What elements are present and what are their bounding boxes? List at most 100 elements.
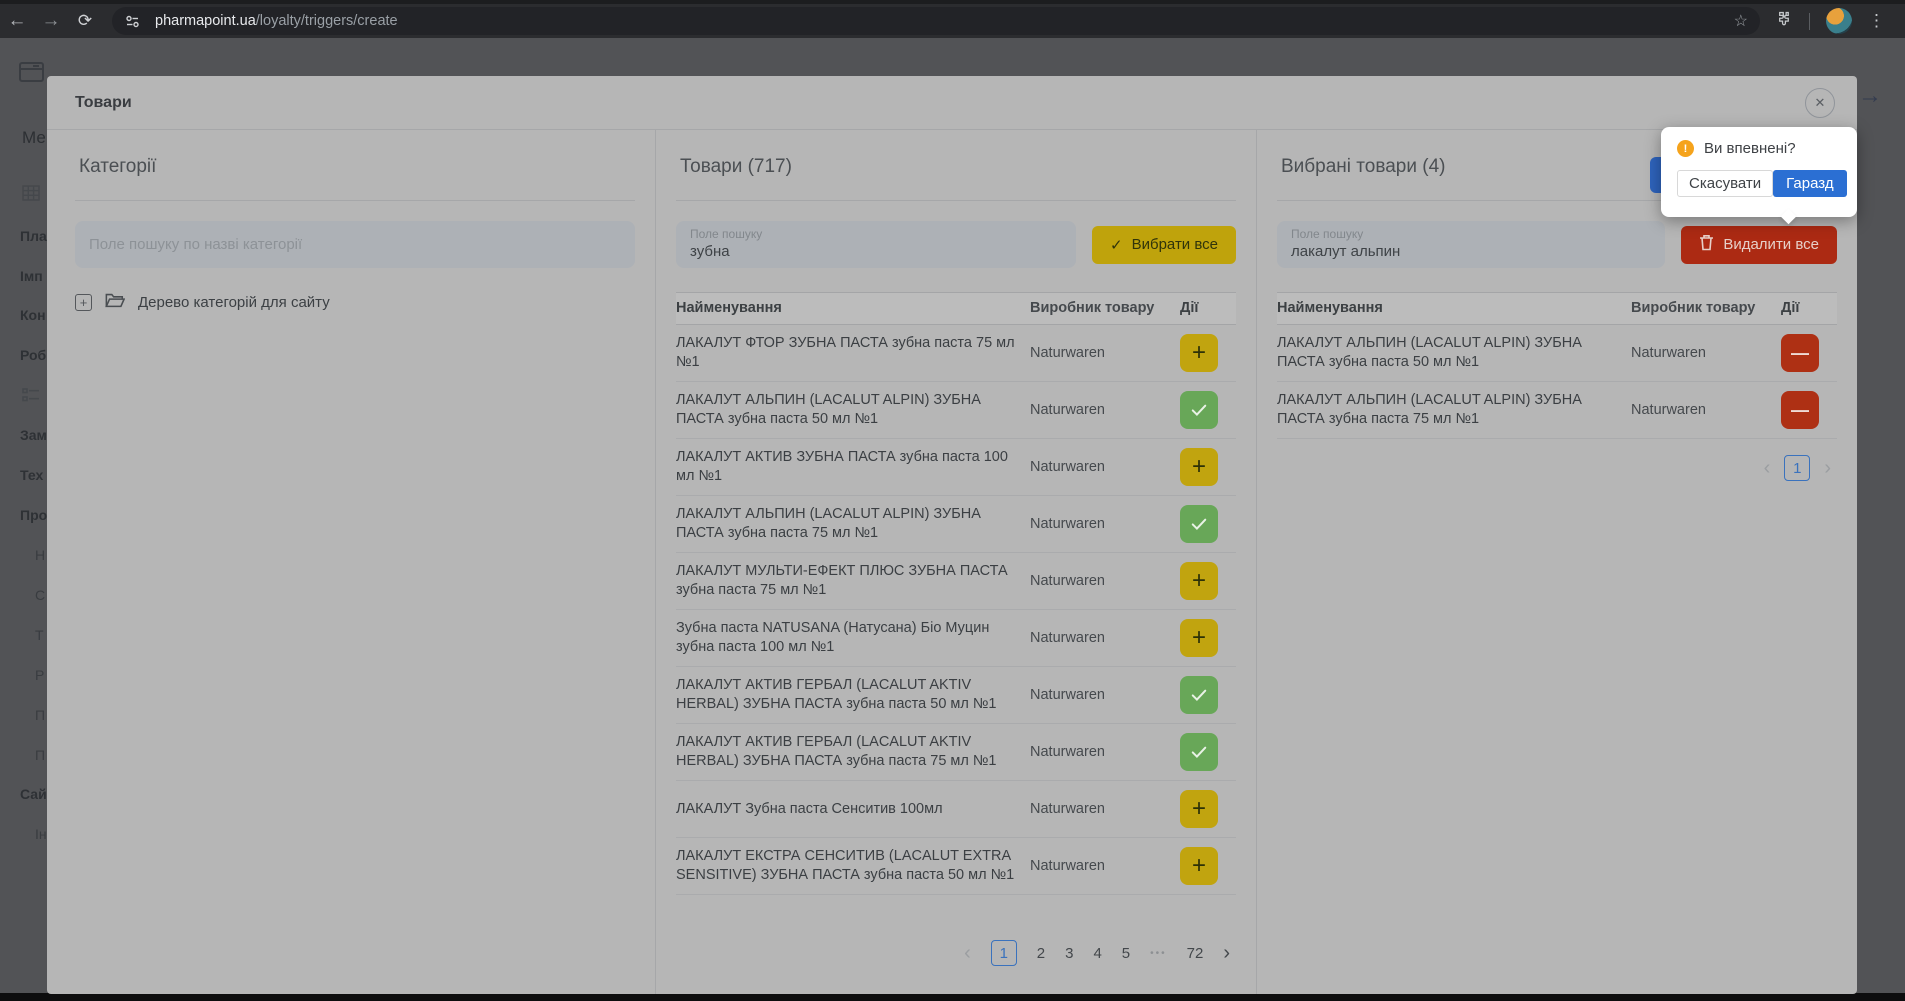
pagination-page-72[interactable]: 72 [1187,945,1204,962]
sidebar-item-fragment: П [35,747,45,763]
list-icon [22,388,40,407]
product-name: ЛАКАЛУТ АКТИВ ГЕРБАЛ (LACALUT AKTIV HERB… [676,733,1030,771]
pagination-page-5[interactable]: 5 [1122,945,1130,962]
header-name: Найменування [1277,300,1631,316]
table-row: ЛАКАЛУТ ЕКСТРА СЕНСИТИВ (LACALUT EXTRA S… [676,838,1236,895]
pagination-next[interactable]: › [1223,943,1230,963]
profile-avatar[interactable] [1826,8,1852,34]
table-row: ЛАКАЛУТ АКТИВ ЗУБНА ПАСТА зубна паста 10… [676,439,1236,496]
selected-products-column: Вибрані товари (4) Поле пошуку лакалут а… [1256,130,1857,994]
browser-forward-button[interactable]: → [34,10,68,32]
product-vendor: Naturwaren [1030,515,1180,534]
product-added-button[interactable] [1180,733,1218,771]
product-vendor: Naturwaren [1631,401,1781,420]
product-vendor: Naturwaren [1030,743,1180,762]
header-vendor: Виробник товару [1631,300,1781,316]
pagination-page-4[interactable]: 4 [1093,945,1101,962]
tree-expand-icon[interactable]: + [75,294,92,311]
extensions-puzzle-icon[interactable] [1774,9,1793,33]
product-vendor: Naturwaren [1030,629,1180,648]
select-all-button[interactable]: ✓ Вибрати все [1092,226,1236,264]
cancel-button[interactable]: Скасувати [1677,170,1773,197]
add-product-button[interactable]: + [1180,847,1218,885]
sidebar-item-fragment: Ме [22,128,46,148]
product-name: ЛАКАЛУТ ФТОР ЗУБНА ПАСТА зубна паста 75 … [676,334,1030,372]
browser-back-button[interactable]: ← [0,10,34,32]
pagination-page-1[interactable]: 1 [991,940,1017,966]
browser-menu-icon[interactable]: ⋮ [1868,11,1885,31]
product-vendor: Naturwaren [1030,458,1180,477]
product-name: ЛАКАЛУТ АЛЬПИН (LACALUT ALPIN) ЗУБНА ПАС… [676,391,1030,429]
site-info-icon[interactable] [124,13,141,30]
add-product-button[interactable]: + [1180,448,1218,486]
modal-title: Товари [75,94,132,112]
products-search-label: Поле пошуку [690,227,1062,241]
add-product-button[interactable]: + [1180,619,1218,657]
confirm-question: Ви впевнені? [1704,140,1796,157]
bookmark-star-icon[interactable]: ☆ [1734,11,1748,31]
remove-product-button[interactable]: — [1781,391,1819,429]
sidebar-item-fragment: Р [35,667,44,683]
product-added-button[interactable] [1180,505,1218,543]
products-title: Товари (717) [680,156,1232,178]
url-text[interactable]: pharmapoint.ua/loyalty/triggers/create [155,13,398,29]
category-search-input[interactable]: Поле пошуку по назві категорії [75,221,635,268]
add-product-button[interactable]: + [1180,562,1218,600]
remove-product-button[interactable]: — [1781,334,1819,372]
add-product-button[interactable]: + [1180,334,1218,372]
selected-search-value: лакалут альпин [1291,243,1651,260]
sidebar-item-fragment: Кон [20,307,46,323]
warning-icon: ! [1677,140,1694,157]
table-row: ЛАКАЛУТ МУЛЬТИ-ЕФЕКТ ПЛЮС ЗУБНА ПАСТА зу… [676,553,1236,610]
categories-title: Категорії [79,156,631,178]
pagination-page-3[interactable]: 3 [1065,945,1073,962]
product-vendor: Naturwaren [1030,401,1180,420]
product-name: ЛАКАЛУТ АЛЬПИН (LACALUT ALPIN) ЗУБНА ПАС… [1277,391,1631,429]
table-row: ЛАКАЛУТ ФТОР ЗУБНА ПАСТА зубна паста 75 … [676,325,1236,382]
pagination-page-2[interactable]: 2 [1037,945,1045,962]
divider [676,200,1236,201]
product-name: ЛАКАЛУТ АЛЬПИН (LACALUT ALPIN) ЗУБНА ПАС… [1277,334,1631,372]
pagination-ellipsis: ••• [1150,948,1167,959]
selected-search-input[interactable]: Поле пошуку лакалут альпин [1277,221,1665,268]
grid-icon [22,185,40,206]
add-product-button[interactable]: + [1180,790,1218,828]
sidebar-item-fragment: Зам [20,427,47,443]
selected-search-label: Поле пошуку [1291,227,1651,241]
table-row: ЛАКАЛУТ АЛЬПИН (LACALUT ALPIN) ЗУБНА ПАС… [676,382,1236,439]
modal-header: Товари ✕ [47,76,1857,130]
product-added-button[interactable] [1180,391,1218,429]
table-row: ЛАКАЛУТ АКТИВ ГЕРБАЛ (LACALUT AKTIV HERB… [676,724,1236,781]
products-search-input[interactable]: Поле пошуку зубна [676,221,1076,268]
sidebar-item-fragment: Сай [20,786,47,802]
product-vendor: Naturwaren [1030,857,1180,876]
address-bar[interactable]: pharmapoint.ua/loyalty/triggers/create ☆ [112,7,1760,35]
sidebar-item-fragment: П [35,707,45,723]
product-name: ЛАКАЛУТ ЕКСТРА СЕНСИТИВ (LACALUT EXTRA S… [676,847,1030,885]
delete-all-button[interactable]: Видалити все [1681,226,1837,264]
category-tree-root[interactable]: + Дерево категорій для сайту [75,292,635,313]
browser-toolbar: ← → ⟳ pharmapoint.ua/loyalty/triggers/cr… [0,0,1905,38]
close-icon[interactable]: ✕ [1805,88,1835,118]
check-icon: ✓ [1110,236,1123,254]
table-row: ЛАКАЛУТ Зубна паста Сенситив 100мл Natur… [676,781,1236,838]
sidebar-item-fragment: С [35,587,45,603]
tree-root-label: Дерево категорій для сайту [138,294,330,311]
pagination-prev: ‹ [964,943,971,963]
product-vendor: Naturwaren [1631,344,1781,363]
browser-reload-button[interactable]: ⟳ [68,11,102,31]
pagination-page-1[interactable]: 1 [1784,455,1810,481]
products-column: Товари (717) Поле пошуку зубна ✓ Вибрати… [655,130,1256,994]
header-actions: Дії [1781,300,1837,316]
header-vendor: Виробник товару [1030,300,1180,316]
pagination-next: › [1824,458,1831,478]
selected-pagination: ‹1› [1277,455,1837,481]
product-name: ЛАКАЛУТ АКТИВ ЗУБНА ПАСТА зубна паста 10… [676,448,1030,486]
ok-button[interactable]: Гаразд [1773,170,1846,197]
table-row: ЛАКАЛУТ АЛЬПИН (LACALUT ALPIN) ЗУБНА ПАС… [1277,325,1837,382]
page-header-card-icon [18,60,45,89]
product-name: ЛАКАЛУТ АКТИВ ГЕРБАЛ (LACALUT AKTIV HERB… [676,676,1030,714]
products-modal: Товари ✕ Категорії Поле пошуку по назві … [47,76,1857,994]
product-added-button[interactable] [1180,676,1218,714]
sidebar-item-fragment: Н [35,547,45,563]
